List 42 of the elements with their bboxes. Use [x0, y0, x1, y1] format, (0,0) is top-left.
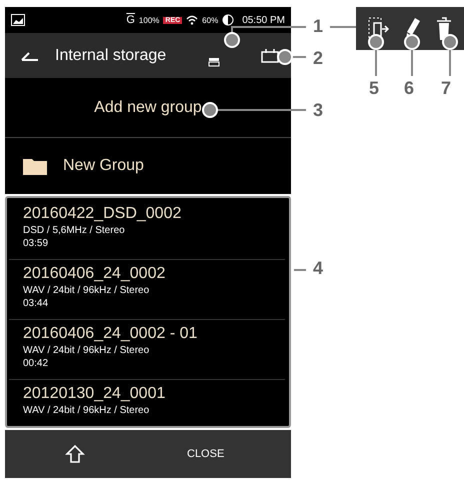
leader-line — [294, 269, 306, 271]
track-row[interactable]: 20160406_24_0002 WAV / 24bit / 96kHz / Stereo 03:44 — [9, 260, 285, 320]
track-duration: 03:59 — [23, 237, 50, 250]
folder-row[interactable]: New Group — [5, 138, 291, 194]
track-title: 20160422_DSD_0002 — [23, 204, 182, 224]
track-duration: 03:44 — [23, 297, 50, 310]
move-icon[interactable] — [368, 16, 390, 40]
track-format: WAV / 24bit / 96kHz / Stereo — [23, 404, 150, 417]
half-circle-icon — [222, 14, 234, 26]
close-button[interactable]: CLOSE — [183, 444, 228, 464]
clock-time: 05:50 PM — [242, 14, 285, 26]
folder-icon — [23, 157, 47, 175]
folder-name: New Group — [63, 157, 144, 175]
track-format: WAV / 24bit / 96kHz / Stereo — [23, 284, 150, 297]
track-row[interactable]: 20160422_DSD_0002 DSD / 5,6MHz / Stereo 03:59 — [9, 200, 285, 260]
leader-line — [368, 34, 384, 76]
header-title: Internal storage — [55, 46, 168, 64]
leader-line — [404, 34, 420, 76]
callout-number: 1 — [313, 16, 324, 37]
gain-label: G — [126, 14, 135, 26]
image-icon — [11, 14, 25, 26]
back-icon[interactable] — [21, 50, 39, 60]
wifi-icon — [186, 15, 198, 25]
callout-number: 2 — [313, 48, 324, 69]
callout-number: 6 — [404, 78, 414, 99]
track-format: DSD / 5,6MHz / Stereo — [23, 224, 126, 237]
wifi-level: 60% — [202, 16, 218, 24]
home-icon[interactable] — [65, 444, 85, 464]
calendar-icon[interactable] — [261, 48, 279, 62]
track-title: 20160406_24_0002 - 01 — [23, 324, 198, 344]
track-format: WAV / 24bit / 96kHz / Stereo — [23, 344, 150, 357]
add-group-button[interactable]: Add new group — [5, 78, 291, 138]
callout-number: 3 — [313, 100, 324, 121]
battery-level: 100% — [138, 16, 160, 24]
callout-number: 7 — [441, 78, 452, 99]
callout-number: 5 — [369, 78, 380, 99]
callout-number: 4 — [313, 258, 324, 279]
leader-line — [442, 34, 458, 76]
track-title: 20160406_24_0002 — [23, 264, 166, 284]
track-duration: 00:42 — [23, 357, 50, 370]
track-title: 20120130_24_0001 — [23, 384, 166, 404]
track-row[interactable]: 20160406_24_0002 - 01 WAV / 24bit / 96kHz / Stereo 00:42 — [9, 320, 285, 380]
